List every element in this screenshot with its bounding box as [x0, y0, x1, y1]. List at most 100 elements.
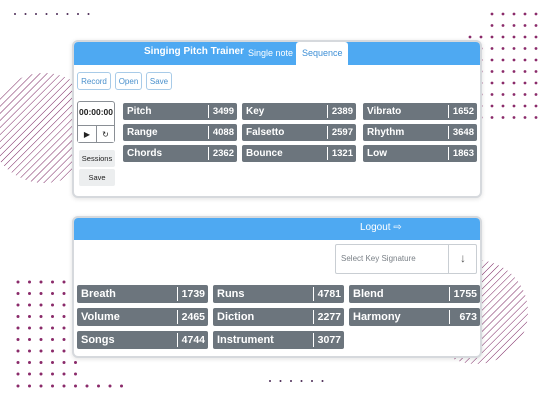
decor-dot: [51, 280, 54, 284]
side-save-button[interactable]: Save: [79, 169, 115, 186]
decor-dot: [490, 81, 494, 85]
decor-dot: [16, 326, 20, 330]
decor-dot: [39, 361, 43, 364]
exercise-chip[interactable]: Range 4088: [123, 124, 237, 141]
dot-row-top-left: [14, 13, 90, 15]
decor-dot: [51, 303, 54, 307]
decor-dot: [62, 280, 66, 284]
decor-dot: [16, 292, 20, 295]
decor-dot: [501, 116, 505, 119]
reset-icon[interactable]: ↻: [96, 125, 114, 142]
topic-chip[interactable]: Runs 4781: [213, 285, 344, 303]
chip-separator: [448, 126, 449, 139]
exercise-label: Bounce: [246, 148, 283, 159]
topic-label: Runs: [217, 288, 245, 300]
decor-dot: [16, 303, 20, 307]
chip-separator: [449, 287, 450, 301]
chip-separator: [177, 287, 178, 301]
topic-label: Instrument: [217, 334, 274, 346]
decor-dot: [28, 326, 31, 330]
decor-dot: [28, 338, 31, 341]
decor-dot: [39, 384, 43, 388]
exercise-count: 2362: [212, 148, 234, 159]
decor-dot: [24, 13, 27, 15]
decor-dot: [490, 35, 494, 39]
topic-label: Diction: [217, 311, 255, 323]
decor-dot: [269, 380, 271, 382]
decor-dot: [501, 12, 505, 16]
exercise-chip[interactable]: Pitch 3499: [123, 103, 237, 120]
decor-dot: [62, 349, 66, 353]
topic-chip[interactable]: Breath 1739: [77, 285, 208, 303]
exercise-chip[interactable]: Low 1863: [363, 145, 477, 162]
topic-chip[interactable]: Songs 4744: [77, 331, 208, 349]
topic-label: Volume: [81, 311, 120, 323]
sessions-button[interactable]: Sessions: [79, 150, 115, 167]
chip-separator: [208, 126, 209, 139]
open-button[interactable]: Open: [115, 72, 142, 90]
decor-dot: [534, 12, 538, 16]
chip-separator: [177, 333, 178, 347]
decor-dot: [39, 349, 43, 353]
decor-dot: [16, 372, 20, 376]
decor-dot: [501, 35, 505, 39]
decor-dot: [28, 384, 31, 388]
decor-dot: [512, 24, 516, 27]
exercise-count: 2389: [331, 106, 353, 117]
arrow-down-icon[interactable]: ↓: [449, 251, 477, 265]
decor-dot: [45, 13, 48, 15]
exercise-chip[interactable]: Vibrato 1652: [363, 103, 477, 120]
logout-button[interactable]: Logout ⇨: [360, 222, 402, 233]
topic-chip[interactable]: Diction 2277: [213, 308, 344, 326]
decor-dot: [311, 380, 313, 382]
exercise-count: 3499: [212, 106, 234, 117]
decor-dot: [39, 338, 43, 341]
save-button[interactable]: Save: [146, 72, 172, 90]
decor-dot: [85, 384, 89, 388]
topic-chip[interactable]: Instrument 3077: [213, 331, 344, 349]
chip-separator: [448, 105, 449, 118]
exercise-chip[interactable]: Bounce 1321: [242, 145, 356, 162]
decor-dot: [490, 104, 494, 108]
decor-dot: [74, 384, 77, 388]
decor-dot: [501, 81, 505, 85]
exercise-chip[interactable]: Key 2389: [242, 103, 356, 120]
key-signature-select[interactable]: Select Key Signature ↓: [335, 244, 477, 274]
decor-dot: [16, 349, 20, 353]
decor-dot: [490, 24, 494, 27]
exercise-label: Range: [127, 127, 158, 138]
decor-dot: [534, 47, 538, 50]
decor-dot: [74, 361, 77, 364]
decor-dot: [290, 380, 292, 382]
decor-dot: [77, 13, 79, 15]
decor-dot: [39, 303, 43, 307]
exercise-chip[interactable]: Falsetto 2597: [242, 124, 356, 141]
exercise-chip[interactable]: Chords 2362: [123, 145, 237, 162]
decor-dot: [534, 81, 538, 85]
exercise-count: 1321: [331, 148, 353, 159]
tab-sequence[interactable]: Sequence: [296, 42, 348, 65]
decor-dot: [512, 116, 516, 119]
key-signature-placeholder: Select Key Signature: [341, 254, 416, 263]
decor-dot: [490, 12, 494, 16]
record-button[interactable]: Record: [77, 72, 111, 90]
decor-dot: [523, 58, 527, 62]
decor-dot: [523, 116, 527, 119]
chip-separator: [327, 126, 328, 139]
exercise-chip[interactable]: Rhythm 3648: [363, 124, 477, 141]
decor-dot: [14, 13, 16, 15]
play-icon[interactable]: ▶: [78, 125, 96, 142]
decor-dot: [501, 93, 505, 96]
topic-chip[interactable]: Harmony 673: [349, 308, 480, 326]
tab-single-note[interactable]: Single note: [241, 42, 300, 65]
topic-chip[interactable]: Blend 1755: [349, 285, 480, 303]
topic-label: Breath: [81, 288, 116, 300]
decor-dot: [62, 292, 66, 295]
topic-chip[interactable]: Volume 2465: [77, 308, 208, 326]
decor-dot: [28, 372, 31, 376]
decor-dot: [28, 315, 31, 318]
decor-dot: [523, 93, 527, 96]
decor-dot: [16, 280, 20, 284]
topic-label: Songs: [81, 334, 115, 346]
decor-dot: [62, 326, 66, 330]
